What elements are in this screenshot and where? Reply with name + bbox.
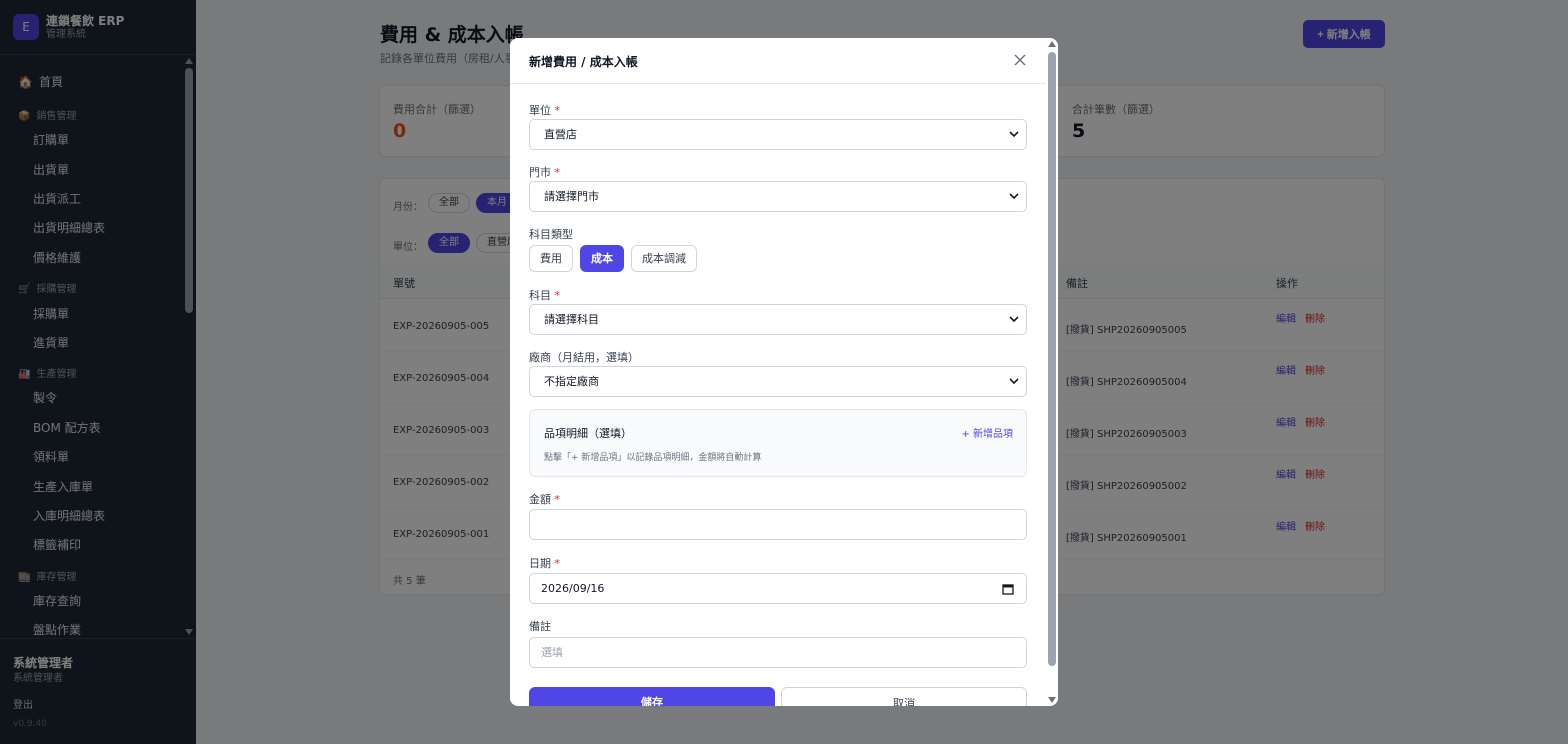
unit-label: 單位 *: [529, 104, 560, 117]
unit-select[interactable]: 直營店: [529, 119, 1027, 150]
cancel-button[interactable]: 取消: [781, 687, 1027, 706]
date-input[interactable]: 2026/09/16: [529, 573, 1027, 604]
subject-label: 科目 *: [529, 289, 560, 302]
vendor-label: 廠商（月結用，選填）: [529, 351, 639, 364]
save-button[interactable]: 儲存: [529, 687, 775, 706]
chevron-down-icon: [1009, 193, 1019, 200]
type-cost-button[interactable]: 成本: [580, 245, 624, 272]
items-title: 品項明細（選填）: [544, 427, 632, 440]
chevron-down-icon: [1009, 131, 1019, 138]
chevron-down-icon: [1009, 316, 1019, 323]
entry-modal: 新增費用 / 成本入帳 單位 * 直營店 門市 * 請選擇門市 科目類型 費用 …: [510, 38, 1058, 706]
store-label: 門市 *: [529, 166, 560, 179]
note-input[interactable]: 選填: [529, 637, 1027, 668]
type-expense-button[interactable]: 費用: [529, 245, 573, 272]
scroll-down-icon[interactable]: [1048, 697, 1056, 703]
amount-label: 金額 *: [529, 493, 560, 506]
scrollbar-thumb[interactable]: [1048, 52, 1056, 666]
scroll-up-icon[interactable]: [1048, 41, 1056, 47]
vendor-select[interactable]: 不指定廠商: [529, 366, 1027, 397]
add-item-link[interactable]: + 新增品項: [961, 425, 1013, 440]
modal-header: 新增費用 / 成本入帳: [510, 38, 1046, 84]
subject-select[interactable]: 請選擇科目: [529, 304, 1027, 335]
type-cost-reduction-button[interactable]: 成本調減: [631, 245, 697, 272]
type-label: 科目類型: [529, 228, 573, 241]
calendar-icon[interactable]: [1002, 583, 1014, 595]
date-label: 日期 *: [529, 557, 560, 570]
items-panel: 品項明細（選填） + 新增品項 點擊「+ 新增品項」以記錄品項明細，金額將自動計…: [529, 409, 1027, 477]
close-icon[interactable]: [1013, 53, 1027, 67]
items-hint: 點擊「+ 新增品項」以記錄品項明細，金額將自動計算: [544, 453, 762, 463]
store-select[interactable]: 請選擇門市: [529, 181, 1027, 212]
modal-title: 新增費用 / 成本入帳: [529, 55, 638, 69]
chevron-down-icon: [1009, 378, 1019, 385]
note-label: 備註: [529, 620, 551, 633]
amount-input[interactable]: [529, 509, 1027, 540]
modal-scrollbar[interactable]: [1046, 38, 1058, 706]
